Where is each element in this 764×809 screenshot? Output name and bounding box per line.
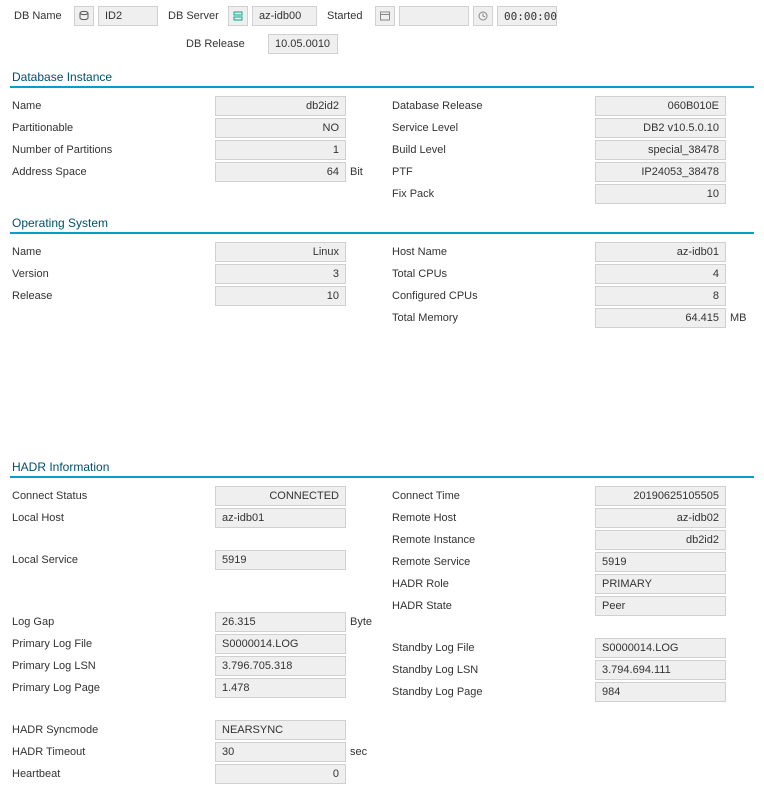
db-release-label2: Database Release: [390, 100, 595, 112]
hadr-information-section: HADR Information Connect StatusCONNECTED…: [10, 456, 754, 786]
started-label: Started: [323, 8, 371, 24]
hadr-syncmode-label: HADR Syncmode: [10, 724, 215, 736]
configured-cpus-value: 8: [595, 286, 726, 306]
build-level-value: special_38478: [595, 140, 726, 160]
os-name-label: Name: [10, 246, 215, 258]
total-cpus-value: 4: [595, 264, 726, 284]
build-level-label: Build Level: [390, 144, 595, 156]
header-bar: DB Name ID2 DB Server az-idb00 Started 0…: [10, 6, 754, 54]
section-title: Operating System: [10, 212, 754, 234]
log-gap-unit: Byte: [346, 616, 374, 628]
remote-host-label: Remote Host: [390, 512, 595, 524]
db-release-value2: 060B010E: [595, 96, 726, 116]
primary-log-file-label: Primary Log File: [10, 638, 215, 650]
standby-log-lsn-value: 3.794.694.111: [595, 660, 726, 680]
section-title: HADR Information: [10, 456, 754, 478]
name-label: Name: [10, 100, 215, 112]
partitionable-value: NO: [215, 118, 346, 138]
heartbeat-label: Heartbeat: [10, 768, 215, 780]
db-server-value: az-idb00: [252, 6, 317, 26]
remote-service-value: 5919: [595, 552, 726, 572]
configured-cpus-label: Configured CPUs: [390, 290, 595, 302]
host-name-value: az-idb01: [595, 242, 726, 262]
os-name-value: Linux: [215, 242, 346, 262]
service-level-label: Service Level: [390, 122, 595, 134]
hadr-role-value: PRIMARY: [595, 574, 726, 594]
db-release-value: 10.05.0010: [268, 34, 338, 54]
local-service-label: Local Service: [10, 554, 215, 566]
log-gap-value: 26.315: [215, 612, 346, 632]
log-gap-label: Log Gap: [10, 616, 215, 628]
db-server-label: DB Server: [164, 8, 224, 24]
address-space-unit: Bit: [346, 166, 374, 178]
service-level-value: DB2 v10.5.0.10: [595, 118, 726, 138]
db-release-label: DB Release: [182, 36, 264, 52]
os-version-label: Version: [10, 268, 215, 280]
primary-log-lsn-label: Primary Log LSN: [10, 660, 215, 672]
name-value: db2id2: [215, 96, 346, 116]
address-space-value: 64: [215, 162, 346, 182]
heartbeat-value: 0: [215, 764, 346, 784]
total-cpus-label: Total CPUs: [390, 268, 595, 280]
hadr-state-value: Peer: [595, 596, 726, 616]
remote-service-label: Remote Service: [390, 556, 595, 568]
hadr-state-label: HADR State: [390, 600, 595, 612]
remote-instance-label: Remote Instance: [390, 534, 595, 546]
remote-instance-value: db2id2: [595, 530, 726, 550]
address-space-label: Address Space: [10, 166, 215, 178]
database-icon: [74, 6, 94, 26]
hadr-timeout-label: HADR Timeout: [10, 746, 215, 758]
database-instance-section: Database Instance Namedb2id2 Partitionab…: [10, 66, 754, 206]
hadr-timeout-unit: sec: [346, 746, 374, 758]
total-memory-value: 64.415: [595, 308, 726, 328]
hadr-timeout-value: 30: [215, 742, 346, 762]
section-title: Database Instance: [10, 66, 754, 88]
connect-status-label: Connect Status: [10, 490, 215, 502]
host-name-label: Host Name: [390, 246, 595, 258]
server-icon: [228, 6, 248, 26]
calendar-icon: [375, 6, 395, 26]
os-version-value: 3: [215, 264, 346, 284]
local-host-label: Local Host: [10, 512, 215, 524]
total-memory-label: Total Memory: [390, 312, 595, 324]
local-service-value: 5919: [215, 550, 346, 570]
clock-icon: [473, 6, 493, 26]
started-time-value: 00:00:00: [497, 6, 557, 26]
num-partitions-value: 1: [215, 140, 346, 160]
started-date-value: [399, 6, 469, 26]
standby-log-page-value: 984: [595, 682, 726, 702]
os-release-label: Release: [10, 290, 215, 302]
primary-log-lsn-value: 3.796.705.318: [215, 656, 346, 676]
fix-pack-value: 10: [595, 184, 726, 204]
fix-pack-label: Fix Pack: [390, 188, 595, 200]
remote-host-value: az-idb02: [595, 508, 726, 528]
num-partitions-label: Number of Partitions: [10, 144, 215, 156]
ptf-label: PTF: [390, 166, 595, 178]
standby-log-lsn-label: Standby Log LSN: [390, 664, 595, 676]
primary-log-page-label: Primary Log Page: [10, 682, 215, 694]
hadr-syncmode-value: NEARSYNC: [215, 720, 346, 740]
connect-status-value: CONNECTED: [215, 486, 346, 506]
connect-time-value: 20190625105505: [595, 486, 726, 506]
total-memory-unit: MB: [726, 312, 754, 324]
local-host-value: az-idb01: [215, 508, 346, 528]
standby-log-page-label: Standby Log Page: [390, 686, 595, 698]
standby-log-file-label: Standby Log File: [390, 642, 595, 654]
db-name-value: ID2: [98, 6, 158, 26]
db-name-label: DB Name: [10, 8, 70, 24]
hadr-role-label: HADR Role: [390, 578, 595, 590]
standby-log-file-value: S0000014.LOG: [595, 638, 726, 658]
ptf-value: IP24053_38478: [595, 162, 726, 182]
primary-log-page-value: 1.478: [215, 678, 346, 698]
connect-time-label: Connect Time: [390, 490, 595, 502]
primary-log-file-value: S0000014.LOG: [215, 634, 346, 654]
os-release-value: 10: [215, 286, 346, 306]
operating-system-section: Operating System NameLinux Version3 Rele…: [10, 212, 754, 330]
partitionable-label: Partitionable: [10, 122, 215, 134]
